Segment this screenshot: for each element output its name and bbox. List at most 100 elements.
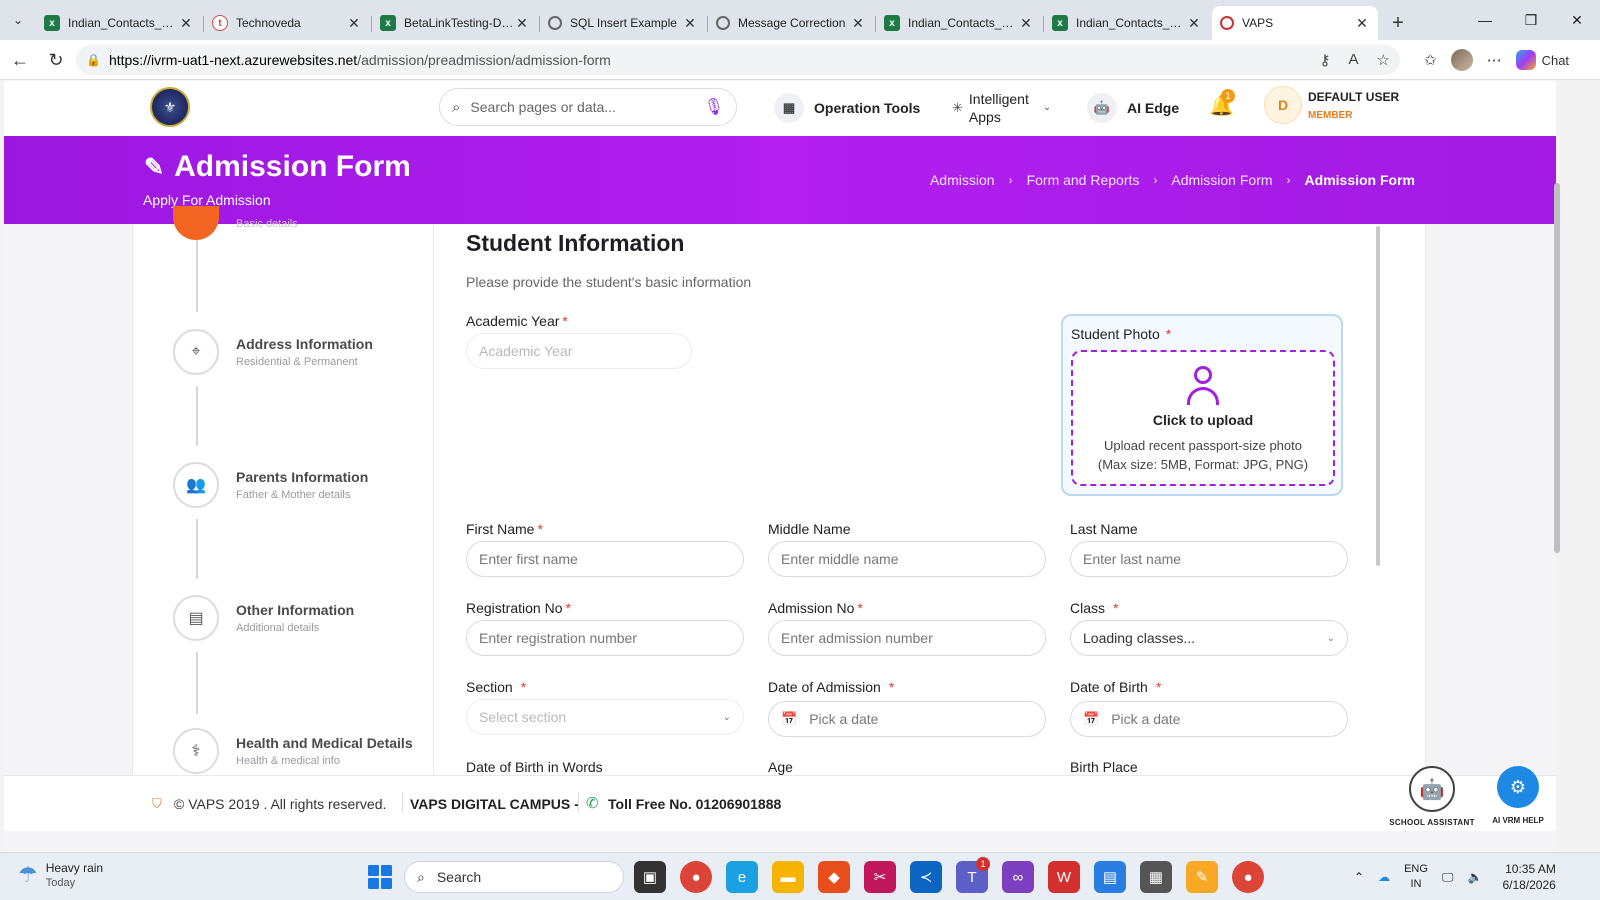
copilot-chat-button[interactable]: Chat bbox=[1515, 50, 1569, 70]
active-step-indicator[interactable] bbox=[173, 206, 219, 240]
chrome-icon[interactable]: ● bbox=[1232, 861, 1264, 893]
profile-avatar[interactable] bbox=[1450, 49, 1473, 71]
date-of-admission-picker[interactable]: 📅 Pick a date bbox=[768, 701, 1046, 737]
chrome-icon[interactable]: ● bbox=[680, 861, 712, 893]
browser-tab[interactable]: Message Correction ✕ bbox=[707, 6, 874, 40]
read-aloud-icon[interactable]: A bbox=[1349, 51, 1359, 69]
excel-icon: x bbox=[380, 15, 396, 31]
network-icon[interactable]: 🖵 bbox=[1442, 870, 1454, 885]
teams-icon[interactable]: T1 bbox=[956, 857, 990, 893]
user-role: MEMBER bbox=[1308, 109, 1353, 121]
browser-tab[interactable]: x BetaLinkTesting-Defe... ✕ bbox=[371, 6, 538, 40]
section-description: Please provide the student's basic infor… bbox=[466, 274, 752, 290]
academic-year-input[interactable]: Academic Year bbox=[466, 333, 692, 369]
notification-bell-icon[interactable]: 🔔 1 bbox=[1209, 89, 1235, 118]
close-tab-icon[interactable]: ✕ bbox=[1354, 15, 1370, 32]
close-tab-icon[interactable]: ✕ bbox=[346, 15, 362, 32]
browser-tab-active[interactable]: VAPS ✕ bbox=[1212, 6, 1378, 40]
web-icon bbox=[716, 16, 730, 30]
notepad-icon[interactable]: ▤ bbox=[1094, 861, 1126, 893]
chevron-down-icon: ⌄ bbox=[1326, 632, 1335, 644]
school-logo[interactable]: ⚜ bbox=[150, 87, 190, 127]
snipping-tool-icon[interactable]: ✂ bbox=[864, 861, 896, 893]
chevron-right-icon: › bbox=[1153, 173, 1158, 187]
edge-icon[interactable]: e bbox=[726, 861, 758, 893]
grid-icon: ▦ bbox=[774, 93, 804, 123]
photo-upload-dropzone[interactable]: Click to upload Upload recent passport-s… bbox=[1071, 350, 1335, 486]
close-tab-icon[interactable]: ✕ bbox=[1186, 15, 1202, 32]
close-tab-icon[interactable]: ✕ bbox=[850, 15, 866, 32]
address-bar[interactable]: 🔒 https://ivrm-uat1-next.azurewebsites.n… bbox=[76, 45, 1400, 75]
admission-no-input[interactable]: Enter admission number bbox=[768, 620, 1046, 656]
ai-edge-button[interactable]: 🤖 AI Edge bbox=[1087, 89, 1179, 127]
minimize-icon[interactable]: — bbox=[1462, 0, 1508, 40]
step-address-information[interactable]: ⌖ Address Information Residential & Perm… bbox=[173, 329, 373, 375]
academic-year-label: Academic Year * bbox=[466, 313, 568, 329]
breadcrumb-item[interactable]: Admission bbox=[930, 172, 995, 188]
favorites-icon[interactable]: ✩ bbox=[1424, 51, 1437, 69]
page-banner: ✎ Admission Form Apply For Admission Adm… bbox=[4, 136, 1556, 224]
search-input[interactable]: ⌕ Search pages or data... 🎙 bbox=[439, 88, 737, 126]
section-select[interactable]: Select section ⌄ bbox=[466, 699, 744, 735]
file-explorer-icon[interactable]: ▬ bbox=[772, 861, 804, 893]
close-tab-icon[interactable]: ✕ bbox=[178, 15, 194, 32]
vscode-icon[interactable]: ≺ bbox=[910, 861, 942, 893]
close-tab-icon[interactable]: ✕ bbox=[682, 15, 698, 32]
volume-icon[interactable]: 🔈 bbox=[1467, 870, 1482, 884]
school-assistant-button[interactable]: 🤖 SCHOOL ASSISTANT bbox=[1388, 766, 1476, 827]
refresh-icon[interactable]: ↻ bbox=[38, 42, 74, 78]
close-tab-icon[interactable]: ✕ bbox=[514, 15, 530, 32]
last-name-input[interactable]: Enter last name bbox=[1070, 541, 1348, 577]
onedrive-cloud-icon[interactable]: ☁ bbox=[1378, 870, 1390, 884]
admission-no-label: Admission No * bbox=[768, 600, 863, 616]
registration-no-input[interactable]: Enter registration number bbox=[466, 620, 744, 656]
wps-office-icon[interactable]: W bbox=[1048, 861, 1080, 893]
calculator-icon[interactable]: ▦ bbox=[1140, 861, 1172, 893]
back-arrow-icon[interactable]: ← bbox=[2, 42, 38, 78]
browser-tab[interactable]: x Indian_Contacts_200... ✕ bbox=[1043, 6, 1210, 40]
first-name-input[interactable]: Enter first name bbox=[466, 541, 744, 577]
chevron-up-icon[interactable]: ⌃ bbox=[1354, 870, 1364, 884]
language-indicator[interactable]: ENG IN bbox=[1404, 862, 1428, 892]
page-scrollbar[interactable] bbox=[1554, 183, 1560, 553]
browser-tab[interactable]: x Indian_Contacts_200... ✕ bbox=[36, 6, 202, 40]
breadcrumb-item[interactable]: Form and Reports bbox=[1027, 172, 1140, 188]
chevron-right-icon: › bbox=[1008, 173, 1013, 187]
close-tab-icon[interactable]: ✕ bbox=[1018, 15, 1034, 32]
browser-tab[interactable]: SQL Insert Example ✕ bbox=[539, 6, 706, 40]
favorite-star-icon[interactable]: ☆ bbox=[1377, 51, 1390, 69]
class-select[interactable]: Loading classes... ⌄ bbox=[1070, 620, 1348, 656]
operation-tools-button[interactable]: ▦ Operation Tools bbox=[774, 89, 920, 127]
age-label: Age bbox=[768, 759, 793, 775]
browser-tab[interactable]: x Indian_Contacts_200... ✕ bbox=[875, 6, 1042, 40]
intelligent-apps-menu[interactable]: ✳ Intelligent Apps ⌄ bbox=[952, 89, 1051, 127]
more-options-icon[interactable]: ⋯ bbox=[1487, 51, 1502, 69]
step-health-medical-details[interactable]: ⚕ Health and Medical Details Health & me… bbox=[173, 728, 413, 774]
restore-icon[interactable]: ❐ bbox=[1508, 0, 1554, 40]
microphone-icon[interactable]: 🎙 bbox=[704, 97, 724, 117]
tab-actions-chevron-icon[interactable]: ⌄ bbox=[0, 0, 36, 40]
form-scrollbar[interactable] bbox=[1376, 226, 1380, 566]
browser-tab[interactable]: t Technoveda ✕ bbox=[203, 6, 370, 40]
close-window-icon[interactable]: ✕ bbox=[1554, 0, 1600, 40]
ai-vrm-help-button[interactable]: ⚙ AI VRM HELP bbox=[1482, 766, 1554, 825]
snip-sketch-icon[interactable]: ✎ bbox=[1186, 861, 1218, 893]
site-info-icon[interactable]: 🔒 bbox=[86, 53, 101, 67]
key-icon[interactable]: ⚷ bbox=[1320, 51, 1331, 69]
middle-name-input[interactable]: Enter middle name bbox=[768, 541, 1046, 577]
new-tab-plus-icon[interactable]: + bbox=[1380, 6, 1416, 40]
task-view-icon[interactable]: ▣ bbox=[634, 861, 666, 893]
step-parents-information[interactable]: 👥 Parents Information Father & Mother de… bbox=[173, 462, 368, 508]
tab-title: Message Correction bbox=[738, 16, 846, 30]
step-other-information[interactable]: ▤ Other Information Additional details bbox=[173, 595, 354, 641]
git-icon[interactable]: ◆ bbox=[818, 861, 850, 893]
windows-start-icon[interactable] bbox=[368, 865, 392, 889]
user-menu[interactable]: D DEFAULT USER MEMBER bbox=[1264, 86, 1399, 124]
clock[interactable]: 10:35 AM 6/18/2026 bbox=[1502, 861, 1555, 893]
breadcrumb-item[interactable]: Admission Form bbox=[1171, 172, 1272, 188]
visual-studio-icon[interactable]: ∞ bbox=[1002, 861, 1034, 893]
date-of-birth-picker[interactable]: 📅 Pick a date bbox=[1070, 701, 1348, 737]
taskbar-search[interactable]: ⌕ Search bbox=[404, 861, 624, 893]
weather-widget[interactable]: ☂ Heavy rain Today bbox=[18, 861, 103, 889]
taskbar-apps: ▣ ● e ▬ ◆ ✂ ≺ T1 ∞ W ▤ ▦ ✎ ● bbox=[634, 857, 1264, 893]
